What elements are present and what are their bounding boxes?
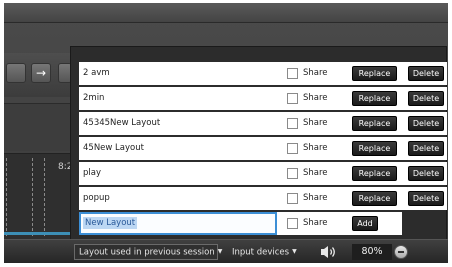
replace-cell: Replace bbox=[345, 162, 402, 185]
share-cell: Share bbox=[277, 162, 345, 185]
share-label: Share bbox=[303, 193, 328, 203]
zoom-level: 80% bbox=[352, 244, 392, 260]
chevron-down-icon: ▼ bbox=[217, 248, 223, 255]
share-label: Share bbox=[303, 168, 328, 178]
delete-cell: Delete bbox=[402, 87, 447, 110]
share-checkbox[interactable] bbox=[287, 218, 298, 229]
layout-name[interactable]: 2min bbox=[79, 87, 277, 110]
delete-button[interactable]: Delete bbox=[408, 166, 444, 181]
layout-row: popup Share Replace Delete bbox=[79, 187, 447, 210]
layout-name[interactable]: 45345New Layout bbox=[79, 112, 277, 135]
replace-cell: Replace bbox=[345, 187, 402, 210]
add-button[interactable]: Add bbox=[352, 216, 378, 231]
layout-name[interactable]: 45New Layout bbox=[79, 137, 277, 160]
layout-row: 2 avm Share Replace Delete bbox=[79, 62, 447, 85]
timeline-progress-bar bbox=[4, 232, 72, 235]
delete-cell: Delete bbox=[402, 162, 447, 185]
chevron-down-icon: ▼ bbox=[292, 248, 297, 255]
replace-button[interactable]: Replace bbox=[352, 116, 397, 131]
delete-button[interactable]: Delete bbox=[408, 191, 444, 206]
share-label: Share bbox=[303, 143, 328, 153]
layout-row: play Share Replace Delete bbox=[79, 162, 447, 185]
share-cell: Share bbox=[277, 112, 345, 135]
replace-cell: Replace bbox=[345, 137, 402, 160]
panel-band bbox=[4, 103, 72, 151]
screen: → 8:2 2 avm Share Replace Delete 2min Sh… bbox=[0, 0, 452, 267]
timeline-marker bbox=[44, 158, 45, 236]
replace-cell: Replace bbox=[345, 112, 402, 135]
layout-row: 2min Share Replace Delete bbox=[79, 87, 447, 110]
delete-cell: Delete bbox=[402, 187, 447, 210]
layouts-popup: 2 avm Share Replace Delete 2min Share Re… bbox=[70, 46, 447, 240]
share-checkbox[interactable] bbox=[287, 93, 298, 104]
layout-row: 45345New Layout Share Replace Delete bbox=[79, 112, 447, 135]
share-cell: Share bbox=[277, 212, 345, 235]
share-checkbox[interactable] bbox=[287, 143, 298, 154]
new-layout-input[interactable]: New Layout bbox=[79, 212, 277, 235]
add-cell: Add bbox=[345, 212, 402, 235]
replace-button[interactable]: Replace bbox=[352, 166, 397, 181]
delete-button[interactable]: Delete bbox=[408, 116, 444, 131]
delete-cell: Delete bbox=[402, 112, 447, 135]
share-checkbox[interactable] bbox=[287, 193, 298, 204]
delete-button[interactable]: Delete bbox=[408, 91, 444, 106]
replace-cell: Replace bbox=[345, 87, 402, 110]
arrow-right-icon[interactable]: → bbox=[31, 63, 51, 83]
delete-button[interactable]: Delete bbox=[408, 141, 444, 156]
replace-button[interactable]: Replace bbox=[352, 66, 397, 81]
input-devices-menu[interactable]: Input devices ▼ bbox=[232, 244, 297, 261]
share-cell: Share bbox=[277, 187, 345, 210]
zoom-out-icon[interactable] bbox=[394, 245, 408, 259]
toolbar: → bbox=[4, 53, 72, 97]
layout-select[interactable]: Layout used in previous session ▼ bbox=[74, 244, 222, 260]
share-cell: Share bbox=[277, 62, 345, 85]
delete-button[interactable]: Delete bbox=[408, 66, 444, 81]
layout-name[interactable]: play bbox=[79, 162, 277, 185]
share-label: Share bbox=[303, 118, 328, 128]
layout-name[interactable]: popup bbox=[79, 187, 277, 210]
new-layout-row: New Layout Share Add bbox=[79, 212, 447, 235]
timeline[interactable]: 8:2 bbox=[4, 153, 72, 239]
new-layout-input-text: New Layout bbox=[83, 217, 138, 229]
layout-name[interactable]: 2 avm bbox=[79, 62, 277, 85]
layout-select-value: Layout used in previous session bbox=[79, 247, 215, 258]
replace-button[interactable]: Replace bbox=[352, 91, 397, 106]
share-cell: Share bbox=[277, 87, 345, 110]
share-label: Share bbox=[303, 218, 328, 228]
share-checkbox[interactable] bbox=[287, 118, 298, 129]
toolbar-button[interactable] bbox=[6, 63, 26, 83]
replace-button[interactable]: Replace bbox=[352, 191, 397, 206]
delete-cell: Delete bbox=[402, 62, 447, 85]
share-label: Share bbox=[303, 93, 328, 103]
replace-button[interactable]: Replace bbox=[352, 141, 397, 156]
volume-icon[interactable] bbox=[320, 245, 338, 259]
timeline-marker bbox=[6, 158, 7, 236]
delete-cell: Delete bbox=[402, 137, 447, 160]
timeline-marker bbox=[32, 158, 33, 236]
status-bar: Layout used in previous session ▼ Input d… bbox=[4, 239, 448, 263]
share-checkbox[interactable] bbox=[287, 68, 298, 79]
replace-cell: Replace bbox=[345, 62, 402, 85]
input-devices-label: Input devices bbox=[232, 247, 290, 258]
share-checkbox[interactable] bbox=[287, 168, 298, 179]
share-label: Share bbox=[303, 68, 328, 78]
layout-row: 45New Layout Share Replace Delete bbox=[79, 137, 447, 160]
top-strip bbox=[4, 3, 448, 23]
share-cell: Share bbox=[277, 137, 345, 160]
